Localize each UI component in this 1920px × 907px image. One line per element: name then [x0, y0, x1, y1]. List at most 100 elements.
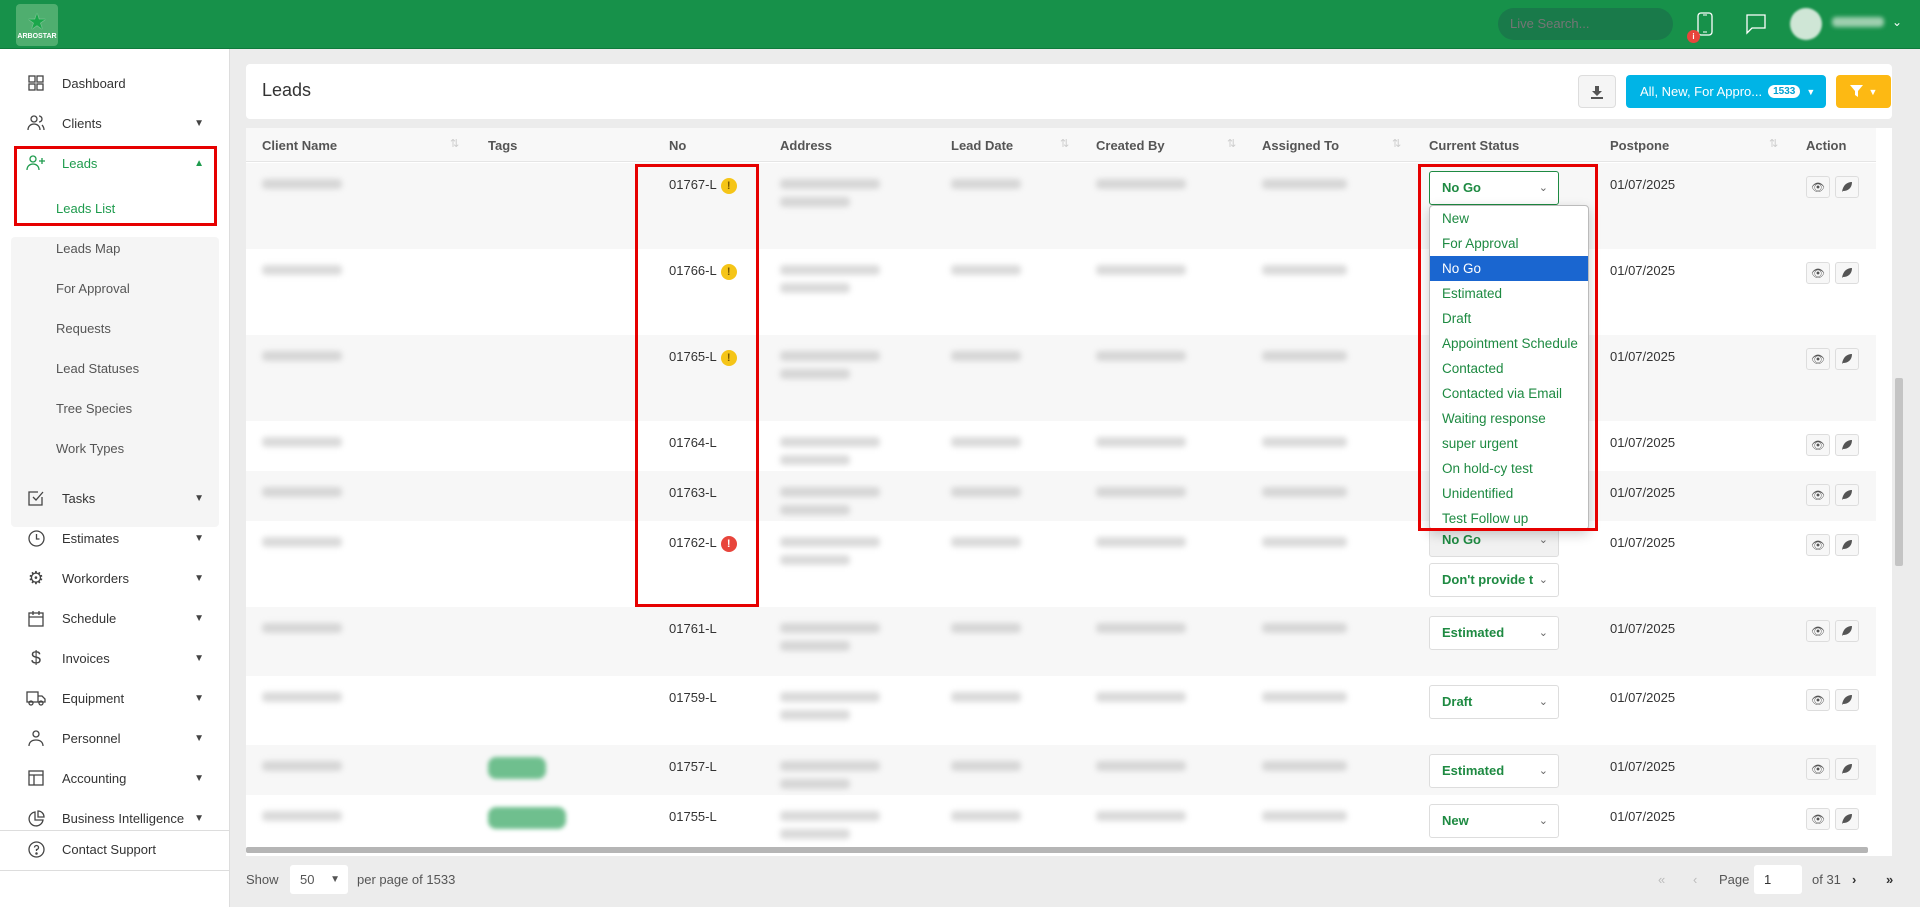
sort-icon[interactable]: ⇅	[1769, 137, 1778, 150]
horizontal-scrollbar[interactable]	[246, 847, 1868, 853]
sort-icon[interactable]: ⇅	[1227, 137, 1236, 150]
lead-number[interactable]: 01762-L!	[669, 535, 737, 552]
sidebar-item-accounting[interactable]: Accounting ▼	[0, 758, 230, 798]
status-select[interactable]: Draft ⌄	[1429, 685, 1559, 719]
status-option[interactable]: Estimated	[1430, 281, 1588, 306]
prev-page-button[interactable]: ‹	[1693, 872, 1697, 887]
view-button[interactable]: 👁	[1806, 689, 1830, 711]
notification-badge[interactable]: i	[1687, 30, 1700, 43]
status-option[interactable]: Test Follow up	[1430, 506, 1588, 529]
status-option[interactable]: Contacted via Email	[1430, 381, 1588, 406]
status-option[interactable]: For Approval	[1430, 231, 1588, 256]
lead-number[interactable]: 01757-L	[669, 759, 717, 774]
lead-number[interactable]: 01759-L	[669, 690, 717, 705]
client-name-blurred[interactable]	[262, 761, 342, 771]
table-row[interactable]: 01761-L Estimated ⌄ 01/07/2025 👁	[246, 607, 1876, 676]
col-client-name[interactable]: Client Name	[262, 138, 337, 153]
download-button[interactable]	[1578, 75, 1616, 108]
status-option[interactable]: Appointment Schedule	[1430, 331, 1588, 356]
submenu-lead-statuses[interactable]: Lead Statuses	[56, 361, 139, 376]
submenu-tree-species[interactable]: Tree Species	[56, 401, 132, 416]
view-button[interactable]: 👁	[1806, 758, 1830, 780]
chat-icon[interactable]	[1745, 13, 1767, 38]
convert-to-estimate-button[interactable]	[1835, 176, 1859, 198]
lead-number[interactable]: 01763-L	[669, 485, 717, 500]
reason-select[interactable]: Don't provide t ⌄	[1429, 563, 1559, 597]
client-name-blurred[interactable]	[262, 487, 342, 497]
view-button[interactable]: 👁	[1806, 176, 1830, 198]
table-row[interactable]: 01757-L Estimated ⌄ 01/07/2025 👁	[246, 745, 1876, 795]
submenu-work-types[interactable]: Work Types	[56, 441, 124, 456]
lead-number[interactable]: 01755-L	[669, 809, 717, 824]
table-row[interactable]: 01767-L! No Go ⌄ 01/07/2025 👁	[246, 163, 1876, 249]
view-button[interactable]: 👁	[1806, 808, 1830, 830]
status-select[interactable]: Estimated ⌄	[1429, 754, 1559, 788]
lead-number[interactable]: 01761-L	[669, 621, 717, 636]
convert-to-estimate-button[interactable]	[1835, 620, 1859, 642]
status-option[interactable]: super urgent	[1430, 431, 1588, 456]
status-dropdown-list[interactable]: New For Approval No Go Estimated Draft Appoin…	[1429, 205, 1589, 530]
view-button[interactable]: 👁	[1806, 484, 1830, 506]
sidebar-item-equipment[interactable]: Equipment ▼	[0, 678, 230, 718]
contact-support-link[interactable]: Contact Support	[0, 830, 230, 868]
convert-to-estimate-button[interactable]	[1835, 534, 1859, 556]
first-page-button[interactable]: «	[1658, 872, 1665, 887]
lead-number[interactable]: 01766-L!	[669, 263, 737, 280]
vertical-scrollbar-thumb[interactable]	[1895, 378, 1903, 566]
col-postpone[interactable]: Postpone	[1610, 138, 1669, 153]
client-name-blurred[interactable]	[262, 811, 342, 821]
submenu-requests[interactable]: Requests	[56, 321, 111, 336]
client-name-blurred[interactable]	[262, 265, 342, 275]
sort-icon[interactable]: ⇅	[450, 137, 459, 150]
page-number-input[interactable]	[1754, 865, 1802, 894]
sidebar-item-dashboard[interactable]: Dashboard	[0, 63, 230, 103]
convert-to-estimate-button[interactable]	[1835, 808, 1859, 830]
status-option[interactable]: On hold-cy test	[1430, 456, 1588, 481]
submenu-leads-map[interactable]: Leads Map	[56, 241, 120, 256]
table-row[interactable]: 01762-L! No Go ⌄ Don't provide t ⌄ 01/07/2025…	[246, 521, 1876, 607]
view-button[interactable]: 👁	[1806, 534, 1830, 556]
status-option[interactable]: New	[1430, 206, 1588, 231]
table-row[interactable]: 01764-L 01/07/2025 👁	[246, 421, 1876, 471]
live-search-input[interactable]	[1498, 8, 1673, 40]
status-option[interactable]: Unidentified	[1430, 481, 1588, 506]
submenu-leads-list[interactable]: Leads List	[56, 201, 115, 216]
table-row[interactable]: 01763-L 01/07/2025 👁	[246, 471, 1876, 521]
sort-icon[interactable]: ⇅	[1392, 137, 1401, 150]
status-select[interactable]: Estimated ⌄	[1429, 616, 1559, 650]
sidebar-item-clients[interactable]: Clients ▼	[0, 103, 230, 143]
client-name-blurred[interactable]	[262, 351, 342, 361]
col-no[interactable]: No	[669, 138, 686, 153]
convert-to-estimate-button[interactable]	[1835, 348, 1859, 370]
arbostar-logo[interactable]: ★ ARBOSTAR	[16, 4, 58, 46]
col-created-by[interactable]: Created By	[1096, 138, 1165, 153]
user-menu-chevron-icon[interactable]: ⌄	[1892, 15, 1902, 29]
sidebar-item-personnel[interactable]: Personnel ▼	[0, 718, 230, 758]
client-name-blurred[interactable]	[262, 692, 342, 702]
filter-button[interactable]: ▼	[1836, 75, 1891, 108]
status-select[interactable]: New ⌄	[1429, 804, 1559, 838]
view-button[interactable]: 👁	[1806, 348, 1830, 370]
col-lead-date[interactable]: Lead Date	[951, 138, 1013, 153]
status-option[interactable]: Draft	[1430, 306, 1588, 331]
view-button[interactable]: 👁	[1806, 262, 1830, 284]
convert-to-estimate-button[interactable]	[1835, 689, 1859, 711]
last-page-button[interactable]: »	[1886, 872, 1893, 887]
table-row[interactable]: 01759-L Draft ⌄ 01/07/2025 👁	[246, 676, 1876, 745]
view-button[interactable]: 👁	[1806, 434, 1830, 456]
table-row[interactable]: 01755-L New ⌄ 01/07/2025 👁	[246, 795, 1876, 845]
sort-icon[interactable]: ⇅	[1060, 137, 1069, 150]
lead-number[interactable]: 01765-L!	[669, 349, 737, 366]
status-option[interactable]: Waiting response	[1430, 406, 1588, 431]
convert-to-estimate-button[interactable]	[1835, 484, 1859, 506]
table-row[interactable]: 01766-L! 01/07/2025 👁	[246, 249, 1876, 335]
col-assigned-to[interactable]: Assigned To	[1262, 138, 1339, 153]
sidebar-item-invoices[interactable]: $ Invoices ▼	[0, 638, 230, 678]
convert-to-estimate-button[interactable]	[1835, 758, 1859, 780]
sidebar-item-estimates[interactable]: Estimates ▼	[0, 518, 230, 558]
user-name-blurred[interactable]	[1832, 17, 1884, 27]
status-select[interactable]: No Go ⌄	[1429, 171, 1559, 205]
user-avatar[interactable]	[1790, 8, 1822, 40]
client-name-blurred[interactable]	[262, 179, 342, 189]
next-page-button[interactable]: ›	[1852, 872, 1856, 887]
